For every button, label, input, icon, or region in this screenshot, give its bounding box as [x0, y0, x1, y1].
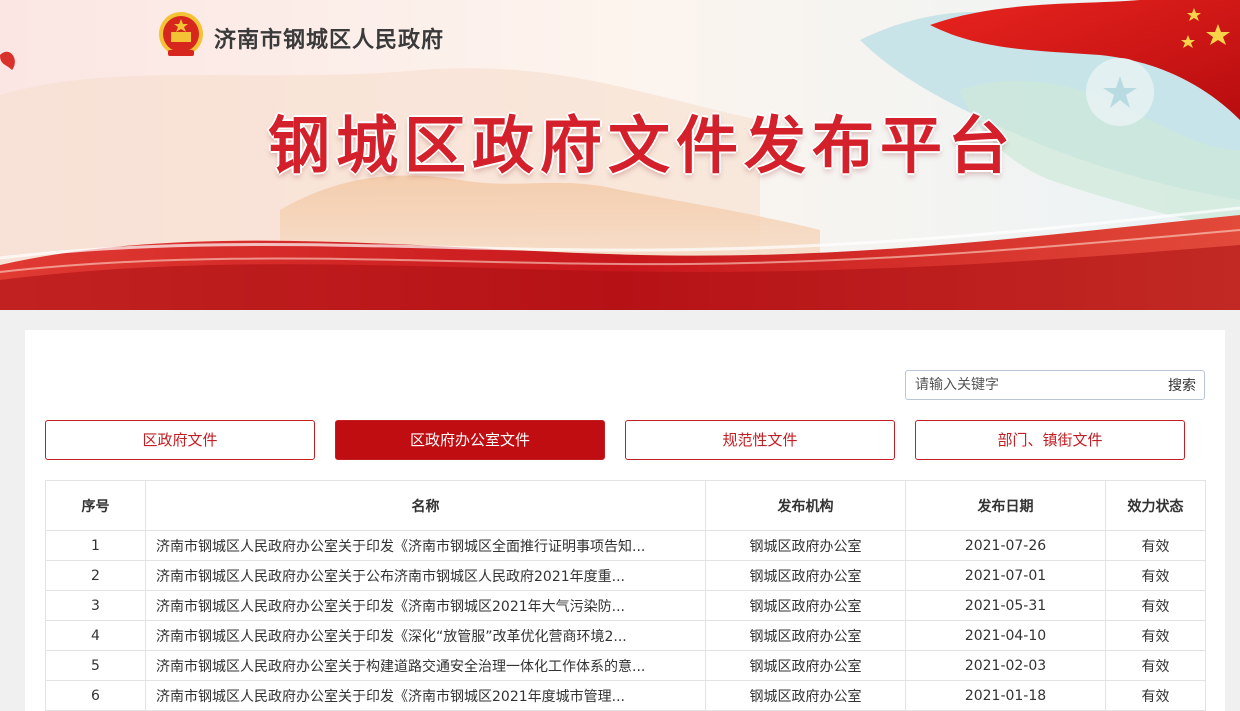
search-button[interactable]: 搜索: [1160, 371, 1204, 399]
row-number: 6: [45, 680, 146, 711]
document-title-link[interactable]: 济南市钢城区人民政府办公室关于印发《济南市钢城区2021年大气污染防...: [145, 590, 706, 621]
column-header-title: 名称: [145, 480, 706, 531]
publish-date: 2021-01-18: [905, 680, 1106, 711]
validity-status: 有效: [1105, 650, 1206, 681]
table-row: 2 济南市钢城区人民政府办公室关于公布济南市钢城区人民政府2021年度重... …: [45, 560, 1206, 591]
document-title-link[interactable]: 济南市钢城区人民政府办公室关于印发《济南市钢城区2021年度城市管理...: [145, 680, 706, 711]
column-header-number: 序号: [45, 480, 146, 531]
table-header-row: 序号 名称 发布机构 发布日期 效力状态: [45, 480, 1206, 531]
table-row: 4 济南市钢城区人民政府办公室关于印发《深化“放管服”改革优化营商环境2... …: [45, 620, 1206, 651]
publish-date: 2021-02-03: [905, 650, 1106, 681]
tab-normative-docs[interactable]: 规范性文件: [625, 420, 895, 460]
government-name: 济南市钢城区人民政府: [214, 28, 445, 53]
search-input[interactable]: [906, 371, 1156, 399]
platform-title: 钢城区政府文件发布平台: [268, 109, 1017, 182]
document-category-tabs: 区政府文件 区政府办公室文件 规范性文件 部门、镇街文件: [45, 420, 1205, 460]
document-title-link[interactable]: 济南市钢城区人民政府办公室关于印发《济南市钢城区全面推行证明事项告知...: [145, 530, 706, 561]
row-number: 4: [45, 620, 146, 651]
publisher: 钢城区政府办公室: [705, 650, 906, 681]
row-number: 3: [45, 590, 146, 621]
content-card: 搜索 区政府文件 区政府办公室文件 规范性文件 部门、镇街文件 序号 名称 发布…: [25, 330, 1225, 711]
validity-status: 有效: [1105, 620, 1206, 651]
document-title-link[interactable]: 济南市钢城区人民政府办公室关于公布济南市钢城区人民政府2021年度重...: [145, 560, 706, 591]
tab-district-office-docs[interactable]: 区政府办公室文件: [335, 420, 605, 460]
validity-status: 有效: [1105, 530, 1206, 561]
tab-district-gov-docs[interactable]: 区政府文件: [45, 420, 315, 460]
publisher: 钢城区政府办公室: [705, 680, 906, 711]
search-box: 搜索: [905, 370, 1205, 400]
row-number: 5: [45, 650, 146, 681]
publisher: 钢城区政府办公室: [705, 530, 906, 561]
validity-status: 有效: [1105, 680, 1206, 711]
column-header-date: 发布日期: [905, 480, 1106, 531]
validity-status: 有效: [1105, 560, 1206, 591]
publisher: 钢城区政府办公室: [705, 560, 906, 591]
row-number: 2: [45, 560, 146, 591]
national-emblem-icon: [159, 12, 203, 56]
table-row: 1 济南市钢城区人民政府办公室关于印发《济南市钢城区全面推行证明事项告知... …: [45, 530, 1206, 561]
header-banner: 济南市钢城区人民政府 钢城区政府文件发布平台: [0, 0, 1240, 310]
table-row: 3 济南市钢城区人民政府办公室关于印发《济南市钢城区2021年大气污染防... …: [45, 590, 1206, 621]
validity-status: 有效: [1105, 590, 1206, 621]
row-number: 1: [45, 530, 146, 561]
publisher: 钢城区政府办公室: [705, 620, 906, 651]
document-title-link[interactable]: 济南市钢城区人民政府办公室关于构建道路交通安全治理一体化工作体系的意...: [145, 650, 706, 681]
publish-date: 2021-07-01: [905, 560, 1106, 591]
table-row: 5 济南市钢城区人民政府办公室关于构建道路交通安全治理一体化工作体系的意... …: [45, 650, 1206, 681]
document-title-link[interactable]: 济南市钢城区人民政府办公室关于印发《深化“放管服”改革优化营商环境2...: [145, 620, 706, 651]
publish-date: 2021-04-10: [905, 620, 1106, 651]
publisher: 钢城区政府办公室: [705, 590, 906, 621]
document-table: 序号 名称 发布机构 发布日期 效力状态 1 济南市钢城区人民政府办公室关于印发…: [45, 480, 1206, 711]
column-header-publisher: 发布机构: [705, 480, 906, 531]
tab-department-town-docs[interactable]: 部门、镇街文件: [915, 420, 1185, 460]
publish-date: 2021-07-26: [905, 530, 1106, 561]
publish-date: 2021-05-31: [905, 590, 1106, 621]
table-row: 6 济南市钢城区人民政府办公室关于印发《济南市钢城区2021年度城市管理... …: [45, 680, 1206, 711]
column-header-status: 效力状态: [1105, 480, 1206, 531]
